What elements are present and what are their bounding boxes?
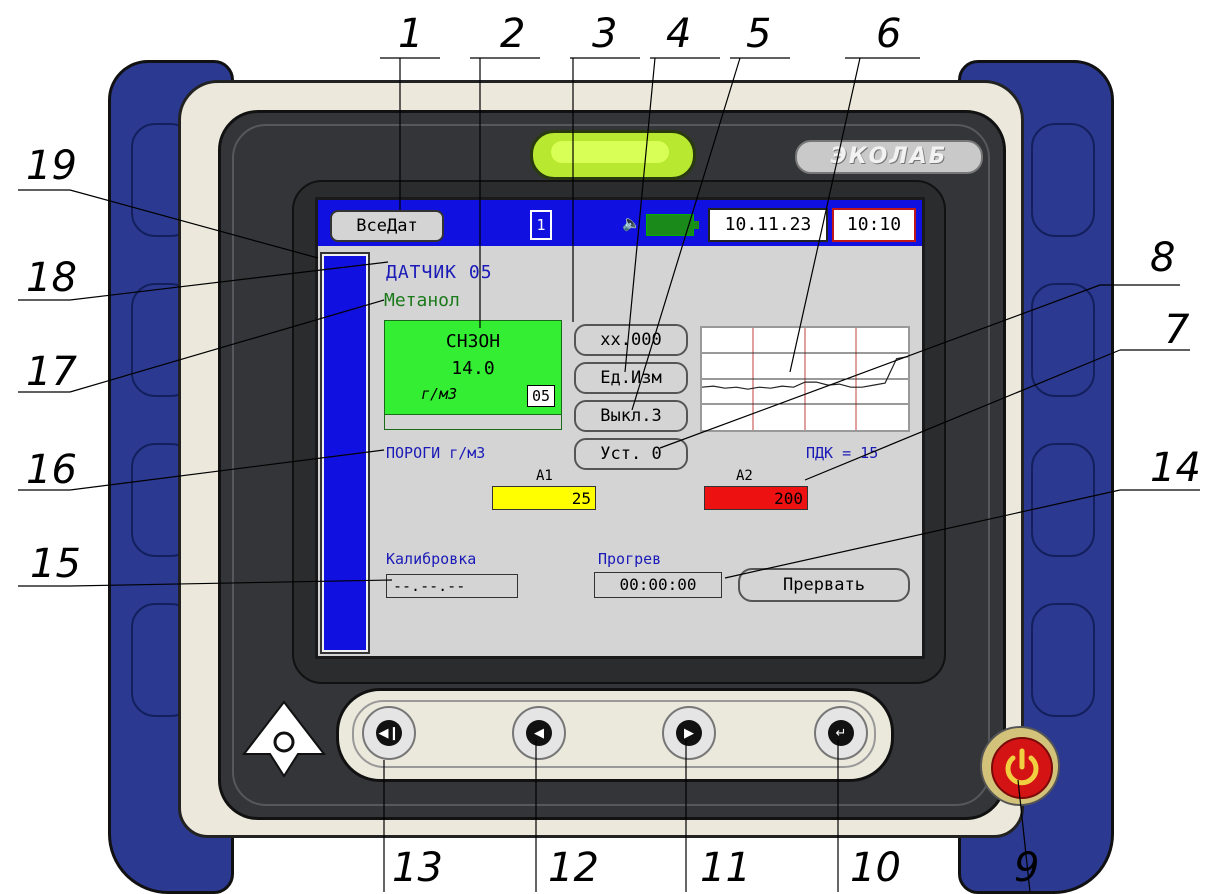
callout-10: 10	[850, 845, 901, 891]
callout-8: 8	[1150, 235, 1176, 281]
callout-15: 15	[30, 541, 81, 587]
callout-17: 17	[26, 349, 77, 395]
callout-18: 18	[26, 255, 77, 301]
callout-7: 7	[1164, 307, 1190, 353]
callout-16: 16	[26, 447, 77, 493]
callout-5: 5	[746, 11, 772, 57]
callout-3: 3	[592, 11, 618, 57]
callout-14: 14	[1150, 445, 1201, 491]
callout-13: 13	[392, 845, 443, 891]
callout-1: 1	[398, 11, 424, 57]
callout-11: 11	[700, 845, 751, 891]
callout-2: 2	[500, 11, 526, 57]
callout-leader-lines	[18, 57, 1200, 892]
callout-9: 9	[1014, 845, 1040, 891]
callout-19: 19	[26, 143, 77, 189]
callout-4: 4	[666, 11, 692, 57]
callout-6: 6	[876, 11, 902, 57]
callout-12: 12	[548, 845, 599, 891]
